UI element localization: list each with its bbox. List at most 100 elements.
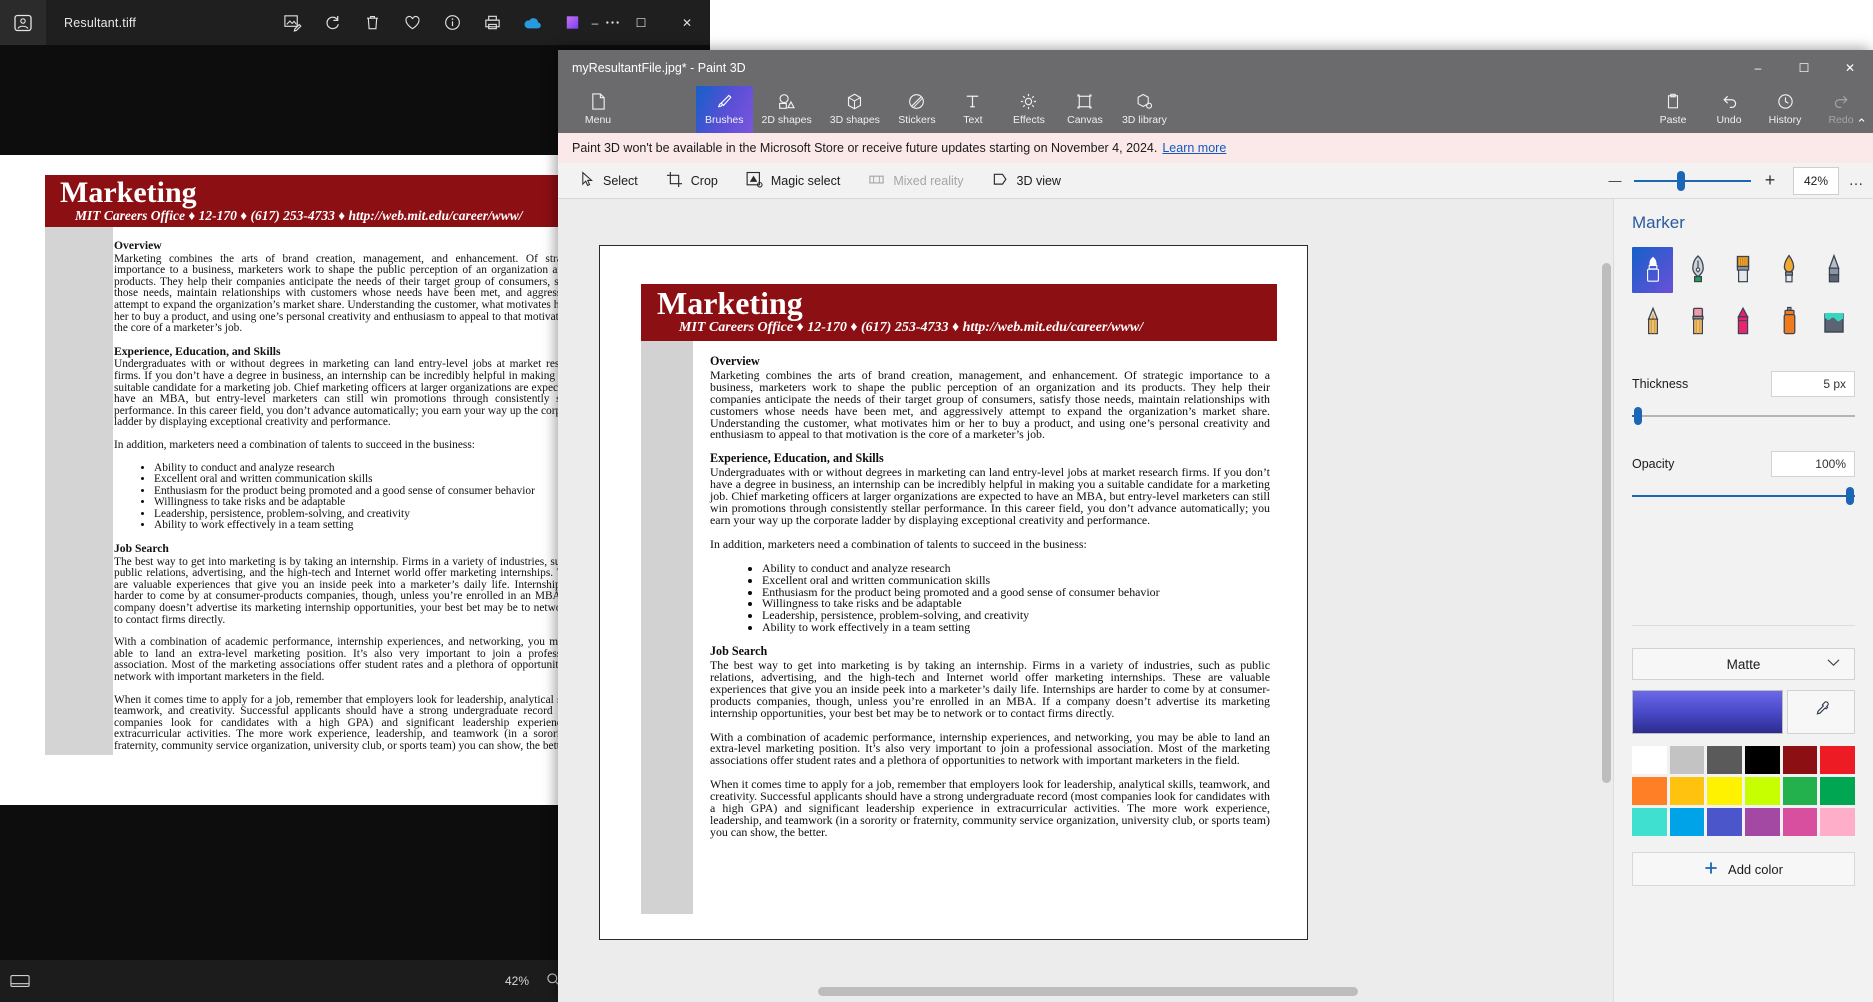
undo-button[interactable]: Undo — [1701, 86, 1757, 133]
opacity-slider[interactable] — [1632, 487, 1855, 505]
magic-select-button[interactable]: Magic select — [732, 163, 854, 199]
color-swatch[interactable] — [1782, 808, 1818, 836]
material-value: Matte — [1726, 656, 1761, 672]
watercolor-tool[interactable] — [1768, 247, 1809, 293]
color-swatch[interactable] — [1782, 746, 1818, 774]
color-swatch[interactable] — [1669, 777, 1705, 805]
calligraphy-pen-tool[interactable] — [1677, 247, 1718, 293]
horizontal-scroll-thumb[interactable] — [818, 987, 1358, 996]
3d-view-button[interactable]: 3D view — [978, 163, 1075, 199]
color-swatch[interactable] — [1820, 777, 1855, 805]
color-swatch[interactable] — [1707, 777, 1742, 805]
chevron-up-icon[interactable]: ⌃ — [1856, 116, 1867, 132]
opacity-slider-knob[interactable] — [1846, 487, 1855, 505]
favorite-heart-icon[interactable] — [401, 12, 423, 34]
paint3d-close-button[interactable]: ✕ — [1827, 50, 1873, 86]
stickers-icon — [907, 90, 926, 112]
delete-icon[interactable] — [361, 12, 383, 34]
current-color-swatch[interactable] — [1632, 690, 1783, 734]
eyedropper-button[interactable] — [1787, 690, 1855, 734]
panel-title: Marker — [1632, 213, 1685, 232]
vertical-scroll-thumb[interactable] — [1602, 263, 1611, 783]
opacity-value[interactable]: 100% — [1771, 451, 1855, 477]
tab-2d-shapes-label: 2D shapes — [761, 114, 812, 126]
zoom-slider-thumb[interactable] — [1677, 170, 1685, 191]
onedrive-cloud-icon[interactable] — [521, 12, 543, 34]
eraser-tool[interactable] — [1677, 299, 1718, 345]
color-swatch[interactable] — [1632, 808, 1667, 836]
color-swatch[interactable] — [1745, 808, 1780, 836]
paste-button[interactable]: Paste — [1645, 86, 1701, 133]
color-swatch[interactable] — [1632, 746, 1667, 774]
crayon-tool[interactable] — [1723, 299, 1764, 345]
tab-effects-label: Effects — [1012, 114, 1045, 126]
paint3d-image-sheet[interactable]: Marketing MIT Careers Office ♦ 12-170 ♦ … — [599, 245, 1308, 940]
tab-3d-library[interactable]: 3D library — [1113, 86, 1176, 133]
thickness-slider-knob[interactable] — [1634, 407, 1643, 425]
info-icon[interactable] — [441, 12, 463, 34]
tab-canvas[interactable]: Canvas — [1057, 86, 1113, 133]
tab-stickers[interactable]: Stickers — [889, 86, 945, 133]
brush-tool-grid — [1632, 247, 1855, 345]
oil-brush-tool[interactable] — [1723, 247, 1764, 293]
document-paragraph: Marketing combines the arts of brand cre… — [114, 252, 584, 335]
zoom-slider[interactable] — [1634, 170, 1751, 191]
color-swatch[interactable] — [1707, 808, 1742, 836]
paint3d-maximize-button[interactable]: ☐ — [1781, 50, 1827, 86]
thickness-slider[interactable] — [1632, 407, 1855, 425]
photos-minimize-button[interactable]: – — [572, 0, 618, 45]
canvas-horizontal-scrollbar[interactable] — [818, 987, 1358, 996]
color-swatch[interactable] — [1707, 746, 1742, 774]
photos-maximize-button[interactable]: ☐ — [618, 0, 664, 45]
text-t-icon — [963, 90, 982, 112]
pixel-pen-tool[interactable] — [1814, 247, 1855, 293]
spray-can-tool[interactable] — [1768, 299, 1809, 345]
edit-image-icon[interactable] — [281, 12, 303, 34]
add-color-button[interactable]: Add color — [1632, 852, 1855, 886]
color-swatch[interactable] — [1820, 808, 1855, 836]
tab-3d-shapes[interactable]: 3D shapes — [821, 86, 889, 133]
color-swatch[interactable] — [1669, 808, 1705, 836]
color-swatch[interactable] — [1745, 746, 1780, 774]
fill-bucket-tool[interactable] — [1814, 299, 1855, 345]
color-swatch[interactable] — [1745, 777, 1780, 805]
paintbrush-icon — [715, 90, 734, 112]
pencil-tool[interactable] — [1632, 299, 1673, 345]
zoom-more-options-icon[interactable]: … — [1839, 163, 1873, 199]
crop-tool-button[interactable]: Crop — [652, 163, 732, 199]
marker-tool[interactable] — [1632, 247, 1674, 293]
sheet-banner: Marketing MIT Careers Office ♦ 12-170 ♦ … — [641, 284, 1277, 341]
zoom-out-button[interactable]: — — [1600, 163, 1630, 199]
learn-more-link[interactable]: Learn more — [1162, 141, 1226, 155]
document-paragraph: With a combination of academic performan… — [710, 729, 1270, 768]
history-button[interactable]: History — [1757, 86, 1813, 133]
rotate-icon[interactable] — [321, 12, 343, 34]
canvas-vertical-scrollbar[interactable] — [1602, 205, 1611, 995]
clipboard-paste-icon — [1664, 90, 1682, 112]
document-section-heading: Overview — [114, 239, 162, 252]
zoom-in-button[interactable]: + — [1755, 163, 1785, 199]
paint3d-canvas-area[interactable]: Marketing MIT Careers Office ♦ 12-170 ♦ … — [558, 199, 1613, 1002]
filmstrip-icon[interactable] — [10, 973, 30, 989]
menu-button[interactable]: Menu — [567, 86, 629, 133]
zoom-percent-display[interactable]: 42% — [1793, 166, 1839, 195]
print-icon[interactable] — [481, 12, 503, 34]
paint3d-minimize-button[interactable]: – — [1735, 50, 1781, 86]
thickness-slider-track — [1632, 415, 1855, 417]
mixed-reality-button[interactable]: Mixed reality — [854, 163, 977, 199]
select-tool-button[interactable]: Select — [566, 163, 652, 199]
color-swatch[interactable] — [1820, 746, 1855, 774]
photos-close-button[interactable]: ✕ — [664, 0, 710, 45]
tab-2d-shapes[interactable]: 2D shapes — [753, 86, 821, 133]
color-swatch[interactable] — [1782, 777, 1818, 805]
tab-effects[interactable]: Effects — [1001, 86, 1057, 133]
color-swatch[interactable] — [1669, 746, 1705, 774]
tab-text[interactable]: Text — [945, 86, 1001, 133]
material-select[interactable]: Matte — [1632, 648, 1855, 680]
opacity-label: Opacity — [1632, 457, 1675, 471]
document-paragraph: When it comes time to apply for a job, r… — [710, 777, 1270, 839]
tab-brushes[interactable]: Brushes — [696, 86, 753, 133]
color-swatch[interactable] — [1632, 777, 1667, 805]
thickness-value[interactable]: 5 px — [1771, 371, 1855, 397]
3d-library-icon — [1135, 90, 1154, 112]
